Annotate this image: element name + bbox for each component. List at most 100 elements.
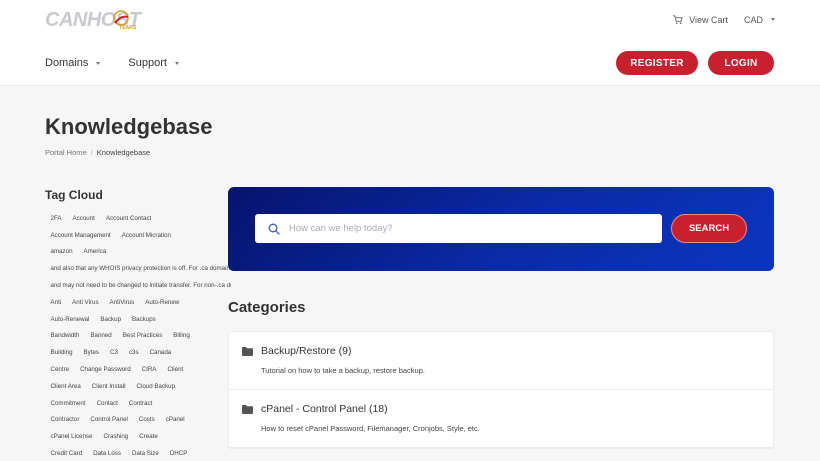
register-button[interactable]: REGISTER: [616, 51, 698, 75]
category-name[interactable]: Backup/Restore (9): [261, 345, 351, 357]
tag-link[interactable]: Contractor: [45, 416, 85, 423]
breadcrumb-separator: /: [90, 148, 93, 157]
page-title: Knowledgebase: [45, 114, 213, 139]
main-nav: Domains Support: [45, 57, 179, 69]
tag-link[interactable]: Billing: [168, 332, 196, 339]
login-button[interactable]: LOGIN: [708, 51, 774, 75]
tag-row: Building Bytes C3 c3s Canada: [45, 344, 231, 361]
tag-link[interactable]: cPanel: [160, 416, 190, 423]
tag-link[interactable]: CIRA: [136, 366, 162, 373]
tag-row: Client Area Client Install Cloud Backup: [45, 378, 231, 395]
tag-link[interactable]: Credit Card: [45, 450, 88, 457]
tag-link[interactable]: Data Size: [127, 450, 165, 457]
tag-link[interactable]: Backup: [95, 316, 127, 323]
tag-link[interactable]: Best Practices: [117, 332, 168, 339]
tag-link[interactable]: Costs: [133, 416, 160, 423]
nav-item-label: Domains: [45, 57, 89, 69]
tag-link[interactable]: Account Contact: [100, 215, 156, 222]
tag-link[interactable]: amazon: [45, 248, 78, 255]
tag-link[interactable]: cPanel License: [45, 433, 98, 440]
category-item-backup-restore[interactable]: Backup/Restore (9) Tutorial on how to ta…: [229, 332, 773, 390]
tag-link[interactable]: Contact: [91, 400, 123, 407]
breadcrumb: Portal Home / Knowledgebase: [45, 148, 150, 157]
tag-link[interactable]: Canada: [144, 349, 177, 356]
tag-link[interactable]: Client: [162, 366, 189, 373]
tag-link[interactable]: Client Area: [45, 383, 86, 390]
breadcrumb-home-link[interactable]: Portal Home: [45, 148, 87, 157]
tag-link[interactable]: Account Micration: [116, 232, 176, 239]
category-item-cpanel[interactable]: cPanel - Control Panel (18) How to reset…: [229, 390, 773, 448]
search-button[interactable]: SEARCH: [671, 214, 747, 243]
tag-row: Auto-Renewal Backup Backups: [45, 311, 231, 328]
category-name[interactable]: cPanel - Control Panel (18): [261, 403, 388, 415]
view-cart-link[interactable]: View Cart: [689, 15, 728, 25]
search-input[interactable]: [289, 223, 629, 234]
search-box: [255, 214, 662, 243]
topbar-actions: View Cart CAD: [672, 14, 775, 25]
tag-row: and also that any WHOIS privacy protecti…: [45, 260, 232, 277]
tag-row: and may not need to be changed to initia…: [45, 277, 232, 294]
tag-cloud: 2FA Account Account Contact Account Managem…: [45, 210, 235, 461]
chevron-down-icon: [96, 61, 101, 65]
tag-row: Account Management Account Micration: [45, 227, 231, 244]
logo-years-text: YEARS: [119, 25, 137, 31]
tag-link[interactable]: Banned: [85, 332, 117, 339]
nav-item-support[interactable]: Support: [128, 57, 179, 69]
categories-title: Categories: [228, 299, 306, 316]
tag-link[interactable]: Bytes: [78, 349, 104, 356]
tag-link[interactable]: Building: [45, 349, 78, 356]
tag-cloud-title: Tag Cloud: [45, 188, 103, 202]
tag-link[interactable]: Client Install: [86, 383, 131, 390]
tag-link[interactable]: DHCP: [164, 450, 193, 457]
tag-link[interactable]: Contract: [123, 400, 157, 407]
search-icon: [268, 223, 280, 235]
tag-row: Contractor Control Panel Costs cPanel: [45, 412, 231, 429]
tag-row: cPanel License Crashing Create: [45, 428, 231, 445]
currency-selector[interactable]: CAD: [744, 15, 775, 25]
category-description: How to reset cPanel Password, Filemanage…: [261, 424, 480, 433]
tag-link[interactable]: Create: [134, 433, 164, 440]
tag-link[interactable]: AntiVirus: [104, 299, 140, 306]
tag-row: amazon America: [45, 244, 231, 261]
tag-link[interactable]: and also that any WHOIS privacy protecti…: [45, 265, 232, 272]
folder-icon: [242, 346, 253, 356]
breadcrumb-current: Knowledgebase: [96, 148, 151, 157]
tag-row: Bandwidth Banned Best Practices Billing: [45, 328, 231, 345]
tag-link[interactable]: Auto-Renew: [140, 299, 185, 306]
tag-link[interactable]: Account Management: [45, 232, 116, 239]
nav-item-domains[interactable]: Domains: [45, 57, 101, 69]
tag-link[interactable]: Control Panel: [85, 416, 134, 423]
tag-link[interactable]: Commitment: [45, 400, 91, 407]
category-head: cPanel - Control Panel (18): [242, 403, 388, 415]
tag-link[interactable]: C3: [105, 349, 124, 356]
tag-link[interactable]: Anti Virus: [67, 299, 104, 306]
tag-row: Commitment Contact Contract: [45, 395, 231, 412]
folder-icon: [242, 404, 253, 414]
tag-link[interactable]: Crashing: [98, 433, 134, 440]
tag-link[interactable]: c3s: [123, 349, 144, 356]
tag-link[interactable]: Data Loss: [88, 450, 127, 457]
tag-link[interactable]: and may not need to be changed to initia…: [45, 282, 232, 289]
category-list: Backup/Restore (9) Tutorial on how to ta…: [228, 331, 774, 449]
tag-link[interactable]: Account: [67, 215, 100, 222]
tag-link[interactable]: Auto-Renewal: [45, 316, 95, 323]
nav-item-label: Support: [128, 57, 167, 69]
canhost-logo[interactable]: CANHOST YEARS: [45, 7, 141, 37]
currency-label: CAD: [743, 14, 763, 25]
tag-link[interactable]: Centre: [45, 366, 75, 373]
tag-link[interactable]: America: [78, 248, 112, 255]
cart-icon: [673, 15, 683, 24]
tag-link[interactable]: Cloud Backup: [131, 383, 181, 390]
tag-link[interactable]: Change Password: [75, 366, 137, 373]
tag-row: Anti Anti Virus AntiVirus Auto-Renew: [45, 294, 231, 311]
tag-row: Centre Change Password CIRA Client: [45, 361, 231, 378]
chevron-down-icon: [174, 61, 179, 65]
tag-link[interactable]: 2FA: [45, 215, 67, 222]
tag-row: 2FA Account Account Contact: [45, 210, 231, 227]
tag-link[interactable]: Backups: [127, 316, 162, 323]
tag-link[interactable]: Bandwidth: [45, 332, 85, 339]
tag-link[interactable]: Anti: [45, 299, 67, 306]
site-header: CANHOST YEARS View Cart CAD Domains Supp…: [0, 0, 820, 86]
chevron-down-icon: [771, 18, 775, 21]
tag-row: Credit Card Data Loss Data Size DHCP: [45, 445, 231, 461]
